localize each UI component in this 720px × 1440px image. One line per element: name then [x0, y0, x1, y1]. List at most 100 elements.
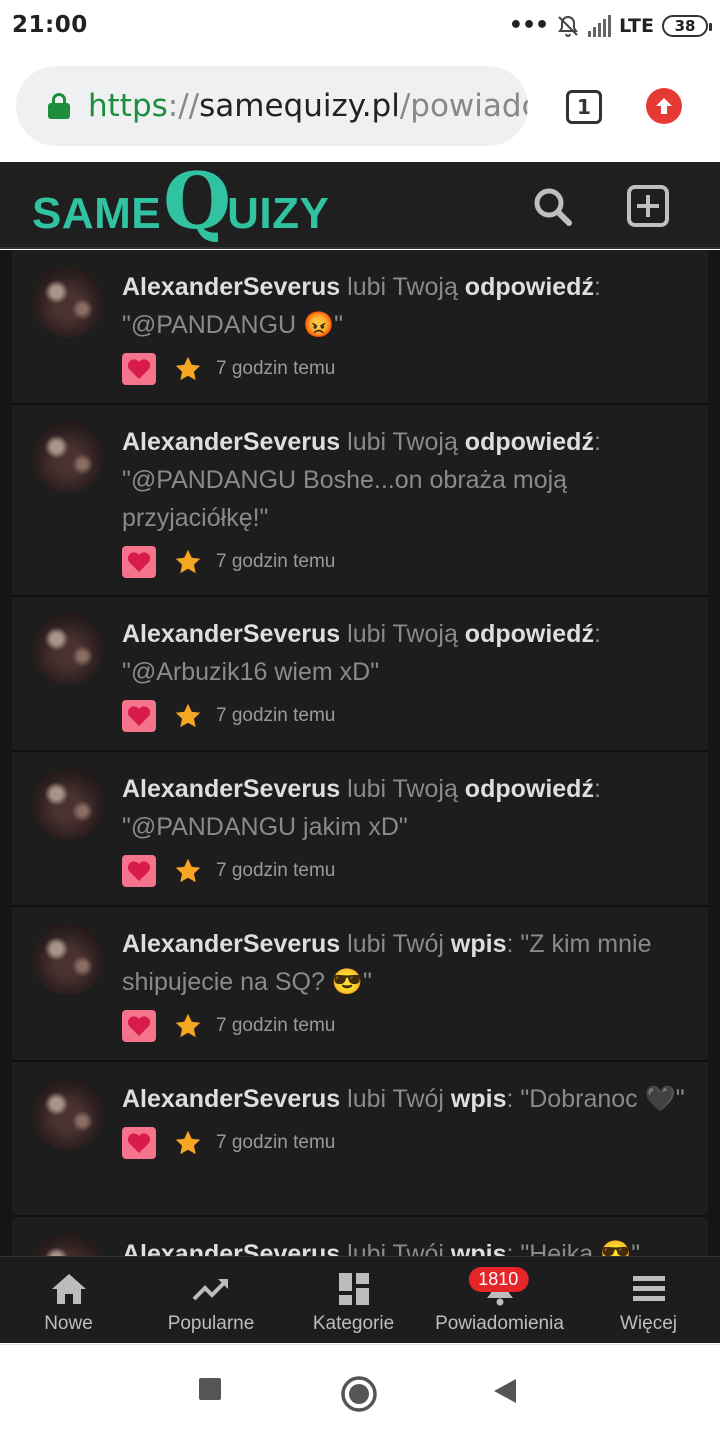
logo-q: Q [163, 156, 232, 247]
notification-time: 7 godzin temu [216, 1132, 336, 1153]
notification-action: lubi Twój [340, 930, 451, 958]
trending-up-icon [192, 1279, 228, 1301]
nav-popular-label: Popularne [167, 1313, 255, 1334]
notification-user[interactable]: AlexanderSeverus [122, 930, 340, 958]
url-scheme: https [88, 88, 168, 124]
network-type: LTE [619, 15, 654, 37]
star-icon [175, 858, 201, 883]
back-icon[interactable] [492, 1377, 518, 1405]
notification-user[interactable]: AlexanderSeverus [122, 428, 340, 456]
notification-user[interactable]: AlexanderSeverus [122, 620, 340, 648]
notification-item[interactable]: AlexanderSeverus lubi Twój wpis: "Z kim … [12, 907, 708, 1062]
star-icon [175, 356, 201, 381]
avatar[interactable] [32, 1078, 104, 1150]
nav-more-label: Więcej [619, 1313, 677, 1334]
star-icon [175, 1013, 201, 1038]
dashboard-icon [338, 1273, 369, 1305]
nav-categories[interactable]: Kategorie [285, 1257, 422, 1344]
notification-item[interactable]: AlexanderSeverus lubi Twój wpis: "Dobran… [12, 1062, 708, 1217]
notification-user[interactable]: AlexanderSeverus [122, 273, 340, 301]
status-time: 21:00 [12, 12, 88, 38]
notification-item[interactable]: AlexanderSeverus lubi Twoją odpowiedź: "… [12, 597, 708, 752]
nav-categories-label: Kategorie [312, 1313, 395, 1334]
notifications-badge: 1810 [468, 1267, 529, 1292]
notification-kind[interactable]: odpowiedź [465, 428, 594, 456]
tab-count: 1 [577, 95, 591, 119]
heart-icon [122, 855, 156, 887]
notification-time: 7 godzin temu [216, 1015, 336, 1036]
heart-icon [122, 1010, 156, 1042]
notification-quote: : "Hejka 😎" [506, 1240, 641, 1256]
notification-quote: : "Dobranoc 🖤" [506, 1085, 685, 1113]
nav-more[interactable]: Więcej [577, 1257, 720, 1344]
avatar[interactable] [32, 1233, 104, 1256]
notification-text: AlexanderSeverus lubi Twoją odpowiedź: "… [122, 423, 690, 537]
notification-user[interactable]: AlexanderSeverus [122, 1240, 340, 1256]
star-icon [175, 549, 201, 574]
logo-uizy: UIZY [227, 189, 330, 238]
notification-kind[interactable]: wpis [451, 1240, 507, 1256]
notification-item[interactable]: AlexanderSeverus lubi Twoją odpowiedź: "… [12, 250, 708, 405]
menu-icon [632, 1276, 665, 1301]
notifications-feed[interactable]: AlexanderSeverus lubi Twoją odpowiedź : "… [0, 250, 720, 1256]
notification-item[interactable]: AlexanderSeverus lubi Twoją odpowiedź: "… [12, 752, 708, 907]
notification-item[interactable]: AlexanderSeverus lubi Twój wpis: "Hejka … [12, 1217, 708, 1256]
signal-icon [588, 15, 612, 37]
notification-text: AlexanderSeverus lubi Twój wpis: "Hejka … [122, 1235, 690, 1256]
nav-popular[interactable]: Popularne [137, 1257, 285, 1344]
search-icon[interactable] [530, 184, 574, 228]
notification-meta: 7 godzin temu [122, 352, 690, 386]
notification-action: lubi Twoją [340, 273, 465, 301]
notification-text: AlexanderSeverus lubi Twoją odpowiedź: "… [122, 268, 690, 344]
url-text[interactable]: https://samequizy.pl/powiadc [88, 88, 528, 124]
notification-kind[interactable]: odpowiedź [465, 620, 594, 648]
star-icon [175, 1130, 201, 1155]
notification-text: AlexanderSeverus lubi Twoją odpowiedź: "… [122, 615, 690, 691]
nav-new[interactable]: Nowe [0, 1257, 137, 1344]
url-bar[interactable]: https://samequizy.pl/powiadc [16, 66, 528, 146]
avatar[interactable] [32, 266, 104, 338]
notification-time: 7 godzin temu [216, 551, 336, 572]
notification-meta: 7 godzin temu [122, 854, 690, 888]
notification-action: lubi Twoją [340, 428, 465, 456]
nav-notifications[interactable]: 1810 Powiadomienia [422, 1257, 577, 1344]
heart-icon [122, 700, 156, 732]
tab-switcher-button[interactable]: 1 [566, 90, 602, 124]
site-header: SAME Q UIZY [0, 162, 720, 249]
bottom-navigation: Nowe Popularne Kategorie 1810 Powiadomie… [0, 1256, 720, 1343]
bell-off-icon [558, 15, 578, 37]
notification-time: 7 godzin temu [216, 705, 336, 726]
home-icon [51, 1274, 86, 1304]
notification-item[interactable]: AlexanderSeverus lubi Twoją odpowiedź: "… [12, 405, 708, 597]
notification-text: AlexanderSeverus lubi Twój wpis: "Z kim … [122, 925, 690, 1001]
avatar[interactable] [32, 768, 104, 840]
notification-time: 7 godzin temu [216, 860, 336, 881]
add-quiz-icon[interactable] [626, 184, 670, 228]
notification-action: lubi Twój [340, 1085, 451, 1113]
avatar[interactable] [32, 923, 104, 995]
notification-kind[interactable]: wpis [451, 930, 507, 958]
avatar[interactable] [32, 421, 104, 493]
update-button[interactable] [646, 88, 682, 124]
nav-new-label: Nowe [44, 1313, 93, 1334]
status-bar: 21:00 ••• LTE 38 [0, 0, 720, 52]
notification-action: lubi Twoją [340, 620, 465, 648]
recents-icon[interactable] [198, 1377, 222, 1401]
battery-icon: 38 [662, 15, 712, 37]
notification-text: AlexanderSeverus lubi Twoją odpowiedź: "… [122, 770, 690, 846]
notification-kind[interactable]: odpowiedź [465, 273, 594, 301]
notification-meta: 7 godzin temu [122, 545, 690, 579]
battery-level: 38 [674, 17, 696, 35]
url-path: /powiadc [399, 88, 528, 124]
avatar[interactable] [32, 613, 104, 685]
notification-meta: 7 godzin temu [122, 1009, 690, 1043]
notification-user[interactable]: AlexanderSeverus [122, 1085, 340, 1113]
notification-user[interactable]: AlexanderSeverus [122, 775, 340, 803]
home-button-icon[interactable] [340, 1375, 378, 1413]
system-navigation-bar [0, 1344, 720, 1440]
notification-kind[interactable]: wpis [451, 1085, 507, 1113]
samequizy-logo[interactable]: SAME Q UIZY [32, 156, 330, 247]
notification-kind[interactable]: odpowiedź [465, 775, 594, 803]
nav-notifications-label: Powiadomienia [435, 1313, 564, 1334]
logo-same: SAME [32, 189, 162, 238]
